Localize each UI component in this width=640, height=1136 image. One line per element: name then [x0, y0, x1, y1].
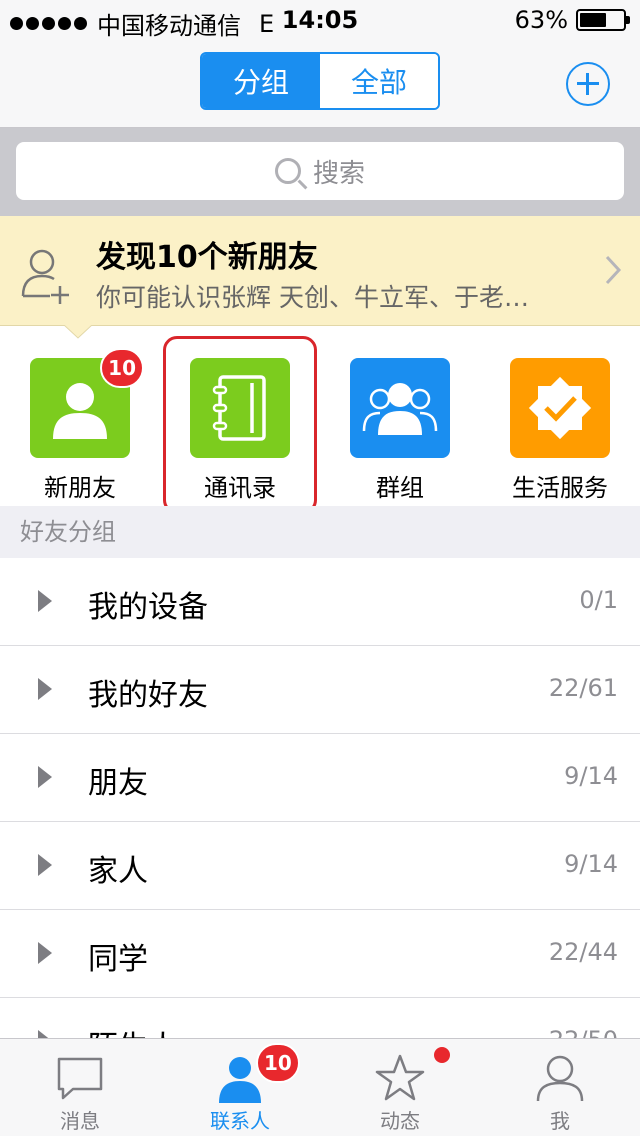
group-list: 我的设备 0/1 我的好友 22/61 朋友 9/14 家人 9/14 同学 2…	[0, 558, 640, 1086]
tab-label: 动态	[380, 1109, 420, 1133]
group-count: 0/1	[579, 586, 618, 614]
group-row[interactable]: 我的好友 22/61	[0, 646, 640, 734]
expand-arrow-icon	[38, 678, 52, 700]
group-name: 家人	[88, 854, 148, 889]
tile-label: 群组	[376, 474, 424, 502]
group-row[interactable]: 我的设备 0/1	[0, 558, 640, 646]
tile-label: 新朋友	[44, 474, 116, 502]
profile-icon	[536, 1055, 584, 1102]
search-icon	[274, 158, 301, 184]
search-bar: 搜索	[0, 128, 640, 216]
new-friends-banner[interactable]: 发现10个新朋友 你可能认识张辉 天创、牛立军、于老…	[0, 216, 640, 326]
new-friends-badge: 10	[100, 348, 144, 388]
expand-arrow-icon	[38, 590, 52, 612]
group-name: 同学	[88, 942, 148, 977]
group-count: 9/14	[564, 762, 618, 790]
search-input[interactable]: 搜索	[16, 142, 624, 200]
highlight-frame	[163, 336, 317, 514]
segmented-control: 分组 全部	[200, 52, 440, 110]
chat-bubble-icon	[57, 1057, 103, 1100]
segment-groups[interactable]: 分组	[202, 54, 320, 108]
tab-feed[interactable]: 动态	[320, 1039, 480, 1136]
section-header: 好友分组	[0, 506, 640, 558]
group-count: 22/44	[548, 938, 618, 966]
group-row[interactable]: 同学 22/44	[0, 910, 640, 998]
group-count: 9/14	[564, 850, 618, 878]
tile-label: 生活服务	[512, 474, 608, 502]
group-name: 我的设备	[88, 590, 208, 625]
tab-me[interactable]: 我	[480, 1039, 640, 1136]
tab-label: 消息	[60, 1109, 100, 1133]
segment-all[interactable]: 全部	[320, 54, 438, 108]
carrier-name: 中国移动通信	[97, 12, 241, 40]
status-bar: 中国移动通信 E 14:05 63%	[0, 0, 640, 40]
add-friend-icon	[21, 249, 69, 304]
nav-bar: 分组 全部	[0, 40, 640, 128]
signal-strength-icon	[10, 17, 87, 30]
banner-title: 发现10个新朋友	[96, 240, 318, 275]
group-name: 朋友	[88, 766, 148, 801]
tile-life-services[interactable]: 生活服务	[510, 358, 610, 503]
tile-new-friends[interactable]: 10 新朋友	[30, 348, 144, 503]
add-contact-button[interactable]	[566, 62, 610, 106]
group-name: 我的好友	[88, 678, 208, 713]
battery-fill	[580, 13, 607, 27]
banner-pointer	[64, 325, 92, 339]
status-right: 63%	[514, 6, 630, 34]
feed-notification-dot	[434, 1047, 450, 1063]
expand-arrow-icon	[38, 854, 52, 876]
expand-arrow-icon	[38, 942, 52, 964]
contacts-badge: 10	[256, 1043, 300, 1083]
tab-label: 我	[550, 1109, 570, 1133]
group-row[interactable]: 朋友 9/14	[0, 734, 640, 822]
group-icon	[350, 358, 450, 458]
expand-arrow-icon	[38, 766, 52, 788]
quick-tiles: 10 新朋友 通讯录 群组 生活服务	[0, 326, 640, 514]
status-left: 中国移动通信 E	[10, 6, 274, 41]
group-count: 22/61	[548, 674, 618, 702]
group-row[interactable]: 家人 9/14	[0, 822, 640, 910]
tab-bar: 消息 10 联系人 动态 我	[0, 1038, 640, 1136]
banner-subtitle: 你可能认识张辉 天创、牛立军、于老…	[96, 283, 529, 312]
network-type: E	[259, 9, 275, 38]
tab-label: 联系人	[210, 1109, 270, 1133]
tab-contacts[interactable]: 10 联系人	[160, 1039, 320, 1136]
tile-groups[interactable]: 群组	[350, 358, 450, 503]
tab-messages[interactable]: 消息	[0, 1039, 160, 1136]
search-placeholder: 搜索	[312, 158, 365, 189]
battery-percent: 63%	[514, 6, 568, 34]
checkmark-badge-icon	[510, 358, 610, 458]
chevron-right-icon	[605, 255, 622, 285]
battery-icon	[576, 9, 630, 31]
star-icon	[375, 1054, 425, 1101]
